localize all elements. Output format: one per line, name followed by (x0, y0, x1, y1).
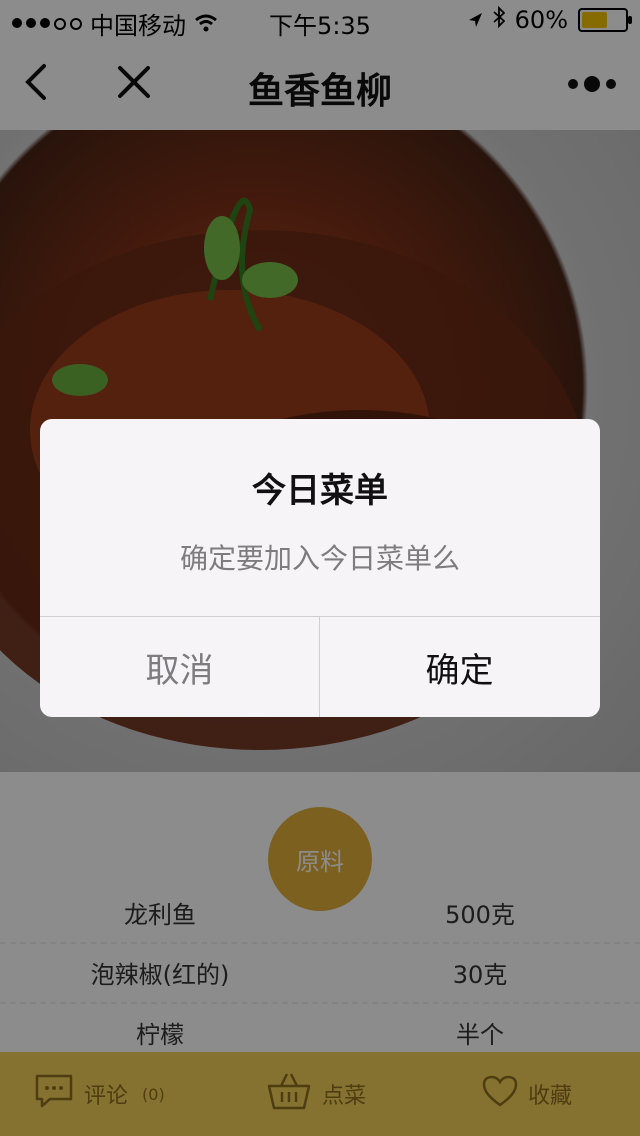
confirm-dialog: 今日菜单 确定要加入今日菜单么 取消 确定 (40, 419, 600, 717)
dialog-message: 确定要加入今日菜单么 (179, 542, 460, 575)
confirm-button[interactable]: 确定 (320, 617, 599, 717)
cancel-button[interactable]: 取消 (40, 617, 320, 717)
dialog-title: 今日菜单 (252, 471, 388, 511)
